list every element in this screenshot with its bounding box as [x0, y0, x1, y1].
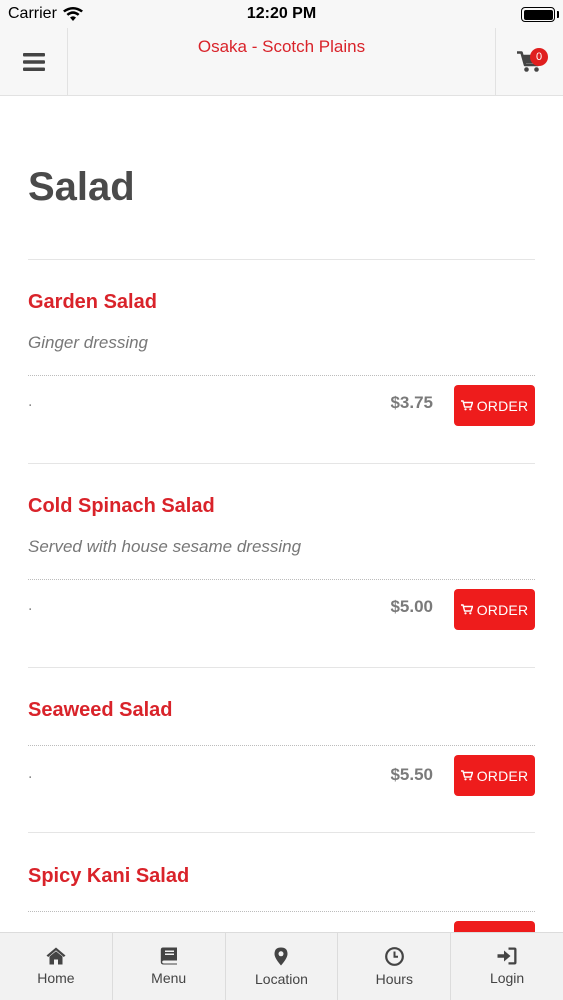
app-header: Osaka - Scotch Plains 0: [0, 28, 563, 96]
login-icon: [497, 947, 517, 965]
dotted-separator: [28, 911, 535, 912]
item-name[interactable]: Garden Salad: [28, 291, 535, 314]
item-description: Ginger dressing: [28, 333, 149, 352]
cart-icon: [460, 400, 473, 411]
order-button[interactable]: ORDER: [454, 589, 535, 630]
section-title: Salad: [28, 165, 135, 209]
menu-item-spicy-kani-salad: Spicy Kani Salad: [28, 865, 535, 932]
tab-label: Login: [489, 970, 525, 986]
tab-label: Hours: [375, 971, 413, 987]
map-pin-icon: [274, 947, 288, 966]
menu-item-seaweed-salad: Seaweed Salad . $5.50 ORDER: [28, 699, 535, 796]
order-button[interactable]: ORDER: [454, 385, 535, 426]
dotted-separator: [28, 375, 535, 376]
tab-label: Home: [37, 970, 75, 986]
cart-icon: [460, 770, 473, 781]
order-label: ORDER: [476, 601, 529, 618]
divider: [28, 259, 535, 260]
cart-icon: [460, 604, 473, 615]
hamburger-menu-button[interactable]: [0, 28, 68, 95]
bottom-tab-bar: Home Menu Location Hours Login: [0, 932, 563, 1000]
item-name[interactable]: Spicy Kani Salad: [28, 865, 535, 888]
divider: [28, 667, 535, 668]
order-label: ORDER: [476, 767, 529, 784]
clock-time: 12:20 PM: [246, 5, 317, 22]
divider: [28, 832, 535, 833]
dotted-separator: [28, 745, 535, 746]
tab-home[interactable]: Home: [0, 933, 113, 1000]
order-button[interactable]: [454, 921, 535, 932]
tab-menu[interactable]: Menu: [113, 933, 226, 1000]
home-icon: [46, 947, 66, 965]
tab-login[interactable]: Login: [451, 933, 563, 1000]
clock-icon: [384, 947, 404, 966]
item-price: $5.50: [390, 765, 433, 784]
item-name[interactable]: Seaweed Salad: [28, 699, 535, 722]
item-option: .: [28, 597, 33, 614]
item-price: $5.00: [390, 597, 433, 616]
cart-count-badge: 0: [530, 48, 548, 66]
item-name[interactable]: Cold Spinach Salad: [28, 495, 535, 518]
book-icon: [160, 947, 177, 965]
tab-label: Menu: [151, 970, 187, 986]
item-price: $3.75: [390, 393, 433, 412]
item-option: .: [28, 765, 33, 782]
status-bar: Carrier 12:20 PM: [0, 0, 563, 28]
page-title: Osaka - Scotch Plains: [197, 37, 366, 56]
battery-tip: [557, 11, 559, 18]
hamburger-icon: [22, 52, 45, 71]
tab-location[interactable]: Location: [226, 933, 339, 1000]
cart-button[interactable]: 0: [495, 28, 563, 95]
dotted-separator: [28, 579, 535, 580]
item-description: Served with house sesame dressing: [28, 537, 302, 556]
divider: [28, 463, 535, 464]
tab-label: Location: [255, 971, 308, 987]
tab-hours[interactable]: Hours: [338, 933, 452, 1000]
order-label: ORDER: [476, 397, 529, 414]
battery-icon: [521, 7, 555, 22]
item-option: .: [28, 393, 33, 410]
menu-content: Salad Garden Salad Ginger dressing . $3.…: [0, 97, 563, 932]
menu-item-cold-spinach-salad: Cold Spinach Salad Served with house ses…: [28, 495, 535, 630]
menu-item-garden-salad: Garden Salad Ginger dressing . $3.75 ORD…: [28, 291, 535, 426]
order-button[interactable]: ORDER: [454, 755, 535, 796]
